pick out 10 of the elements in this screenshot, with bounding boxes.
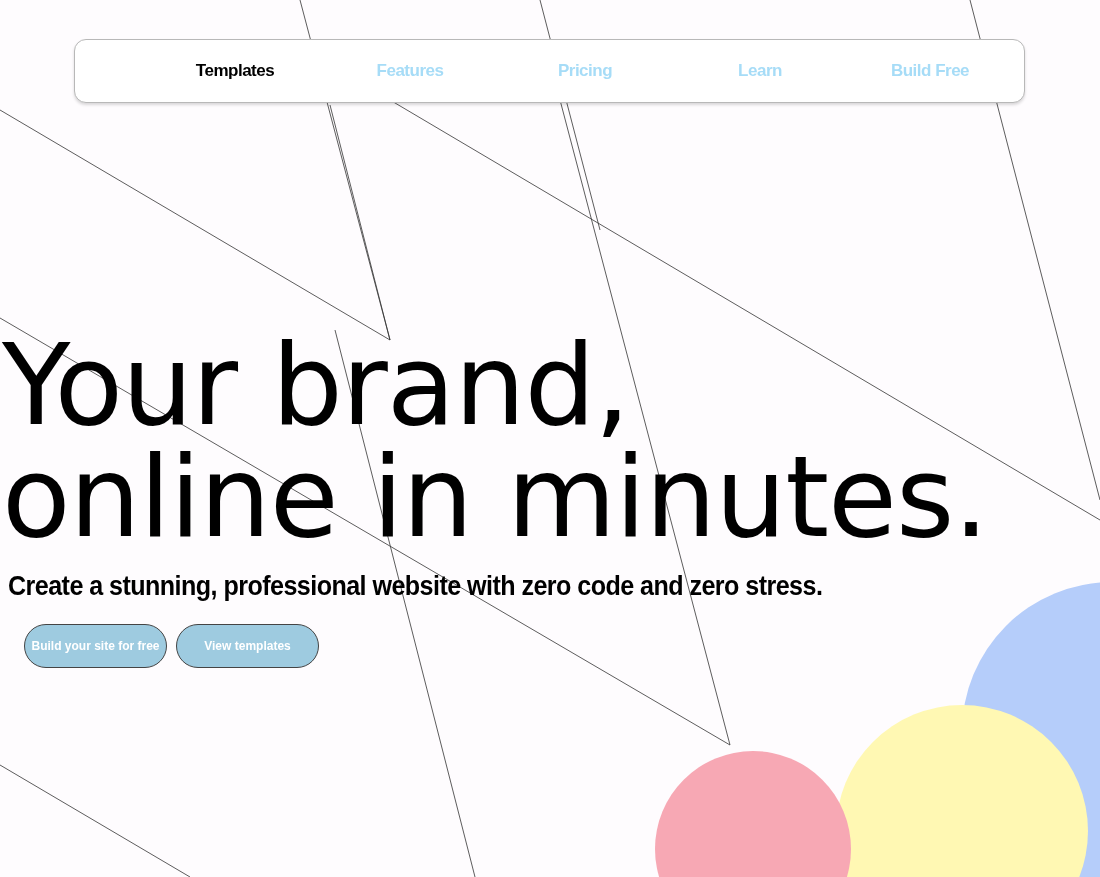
headline: Your brand, — [2, 329, 631, 441]
cta-button[interactable]: View templates — [176, 624, 319, 668]
subtitle: Create a stunning, professional website with zero code and zero stress. — [8, 571, 824, 602]
nav-link[interactable]: Features — [376, 61, 444, 81]
cta-button[interactable]: Build your site for free — [24, 624, 167, 668]
nav-link[interactable]: Templates — [195, 61, 275, 81]
nav-link[interactable]: Learn — [738, 61, 782, 81]
nav-link[interactable]: Build Free — [890, 61, 970, 81]
nav-link[interactable]: Pricing — [557, 61, 613, 81]
headline: online in minutes. — [2, 441, 989, 553]
